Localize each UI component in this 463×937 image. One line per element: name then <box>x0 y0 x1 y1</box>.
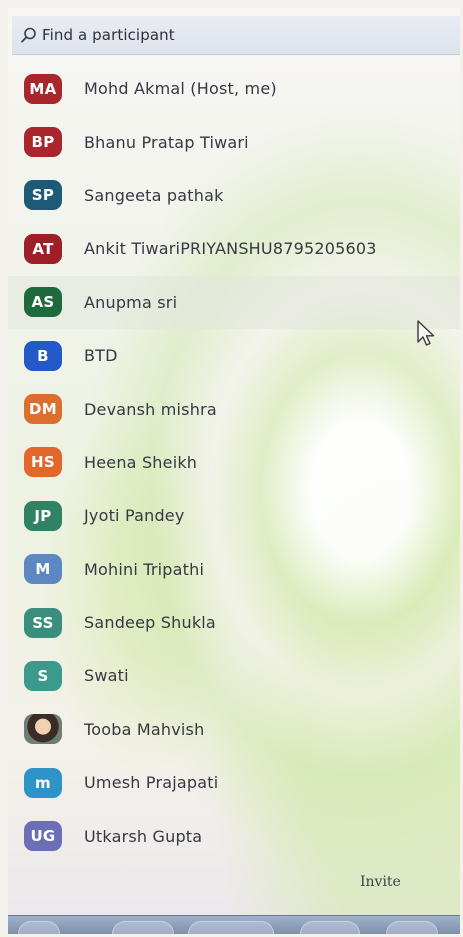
taskbar-app-button[interactable] <box>386 921 438 934</box>
participant-name: Tooba Mahvish <box>84 719 205 739</box>
participant-avatar: M <box>24 554 62 585</box>
taskbar-app-button[interactable] <box>300 921 360 934</box>
participant-avatar: DM <box>24 394 62 425</box>
participant-row[interactable]: BP Bhanu Pratap Tiwari <box>8 115 460 168</box>
participant-row[interactable]: MA Mohd Akmal (Host, me) <box>8 62 460 115</box>
participant-row[interactable]: m Umesh Prajapati <box>8 756 460 809</box>
participant-avatar: B <box>24 340 62 371</box>
participant-name: Anupma sri <box>84 292 178 312</box>
participant-row[interactable]: UG Utkarsh Gupta <box>8 809 460 862</box>
participant-row[interactable]: S Swati <box>8 649 460 702</box>
participants-panel: Find a participant MA Mohd Akmal (Host, m… <box>8 8 460 934</box>
participant-name: Swati <box>84 666 129 686</box>
participant-avatar: S <box>24 660 62 691</box>
mouse-cursor-icon <box>417 320 435 346</box>
participant-avatar: JP <box>24 500 62 531</box>
search-icon <box>21 27 36 43</box>
taskbar <box>8 915 460 934</box>
participant-name: Utkarsh Gupta <box>84 826 203 846</box>
taskbar-app-button[interactable] <box>188 921 274 934</box>
participant-name: Devansh mishra <box>84 399 217 419</box>
participant-row[interactable]: SS Sandeep Shukla <box>8 596 460 649</box>
participant-name: Mohini Tripathi <box>84 559 205 579</box>
participant-row[interactable]: DM Devansh mishra <box>8 382 460 435</box>
participant-avatar: SP <box>24 180 62 211</box>
participant-row[interactable]: Tooba Mahvish <box>8 703 460 756</box>
participant-name: Bhanu Pratap Tiwari <box>84 132 249 152</box>
participant-avatar: MA <box>24 73 62 104</box>
participant-avatar: HS <box>24 447 62 478</box>
participant-name: Mohd Akmal (Host, me) <box>84 79 277 99</box>
participant-name: Heena Sheikh <box>84 452 198 472</box>
participant-name: Sandeep Shukla <box>84 613 216 633</box>
participant-avatar: UG <box>24 821 62 852</box>
participant-photo-avatar <box>24 714 62 745</box>
taskbar-app-button[interactable] <box>112 921 174 934</box>
invite-button[interactable]: Invite <box>360 874 401 890</box>
participant-row[interactable]: HS Heena Sheikh <box>8 436 460 489</box>
participant-avatar: AS <box>24 287 62 318</box>
participant-avatar: AT <box>24 233 62 264</box>
participant-row[interactable]: AS Anupma sri <box>8 275 460 329</box>
search-bar[interactable]: Find a participant <box>12 16 460 55</box>
participant-row[interactable]: B BTD <box>8 329 460 382</box>
participant-name: BTD <box>84 346 118 366</box>
participant-name: Jyoti Pandey <box>84 506 185 526</box>
participant-avatar: m <box>24 767 62 798</box>
participant-name: Sangeeta pathak <box>84 185 224 205</box>
search-input[interactable]: Find a participant <box>42 26 175 44</box>
participant-row[interactable]: AT Ankit TiwariPRIYANSHU8795205603 <box>8 222 460 275</box>
participant-row[interactable]: M Mohini Tripathi <box>8 543 460 596</box>
participant-name: Ankit TiwariPRIYANSHU8795205603 <box>84 239 377 259</box>
participant-row[interactable]: SP Sangeeta pathak <box>8 169 460 222</box>
participant-row[interactable]: JP Jyoti Pandey <box>8 489 460 542</box>
participant-avatar: BP <box>24 127 62 158</box>
participant-avatar: SS <box>24 607 62 638</box>
participant-list: MA Mohd Akmal (Host, me) BP Bhanu Pratap Ti… <box>8 62 460 863</box>
participant-name: Umesh Prajapati <box>84 773 219 793</box>
taskbar-start-button[interactable] <box>18 921 60 934</box>
